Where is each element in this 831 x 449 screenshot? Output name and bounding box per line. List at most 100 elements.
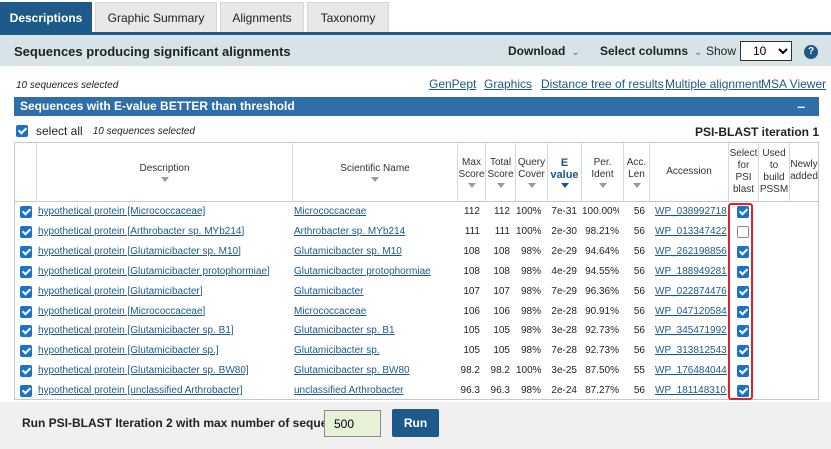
accession-link[interactable]: WP_345471992.1	[655, 325, 727, 336]
per-ident-value: 92.73%	[585, 345, 619, 357]
per-ident-value: 96.36%	[585, 285, 619, 297]
distance-tree-link[interactable]: Distance tree of results	[541, 77, 664, 91]
column-description[interactable]: Description	[37, 143, 293, 202]
column-acc-len[interactable]: Acc. Len	[624, 143, 650, 202]
row-select-checkbox[interactable]	[20, 265, 32, 278]
tab-graphic-summary[interactable]: Graphic Summary	[95, 2, 217, 32]
column-used-pssm-label: build	[763, 172, 785, 183]
select-columns-menu[interactable]: Select columns ⌄	[600, 44, 702, 58]
scientific-name-link[interactable]: unclassified Arthrobacter	[294, 385, 454, 396]
description-link[interactable]: hypothetical protein [Glutamicibacter sp…	[38, 325, 290, 336]
row-select-checkbox[interactable]	[20, 245, 32, 258]
total-score-value: 108	[493, 245, 510, 257]
column-max-score[interactable]: Max Score	[458, 143, 486, 202]
row-select-checkbox[interactable]	[20, 345, 32, 358]
per-ident-value: 94.55%	[585, 265, 619, 277]
description-link[interactable]: hypothetical protein [Glutamicibacter pr…	[38, 266, 290, 277]
row-select-checkbox[interactable]	[20, 225, 32, 238]
column-used-pssm-label: Used	[762, 148, 786, 159]
scientific-name-link[interactable]: Glutamicibacter protophormiae	[294, 266, 454, 277]
description-link[interactable]: hypothetical protein [Glutamicibacter sp…	[38, 246, 290, 257]
row-select-checkbox[interactable]	[20, 305, 32, 318]
select-all-checkbox[interactable]	[16, 125, 28, 137]
multiple-alignment-link[interactable]: Multiple alignment	[665, 77, 762, 91]
description-link[interactable]: hypothetical protein [unclassified Arthr…	[38, 385, 290, 396]
tab-alignments[interactable]: Alignments	[220, 2, 304, 32]
scientific-name-link[interactable]: Glutamicibacter sp. M10	[294, 246, 454, 257]
evalue-value: 7e-31	[551, 206, 577, 217]
collapse-icon[interactable]: –	[797, 97, 805, 116]
column-total-score-label: Score	[487, 168, 514, 180]
per-ident-value: 92.73%	[585, 325, 619, 337]
help-icon[interactable]: ?	[804, 45, 818, 59]
row-select-checkbox[interactable]	[20, 365, 32, 378]
chevron-down-icon: ⌄	[571, 47, 580, 58]
max-score-value: 108	[463, 245, 480, 257]
column-per-ident[interactable]: Per. Ident	[582, 143, 624, 202]
select-columns-label: Select columns	[600, 44, 689, 58]
psi-selection-highlight	[728, 203, 753, 400]
column-evalue[interactable]: Evalue	[548, 143, 582, 202]
column-per-ident-label: Per.	[593, 156, 612, 168]
chevron-down-icon: ⌄	[694, 47, 703, 58]
select-all-control[interactable]: select all 10 sequences selected	[16, 124, 195, 138]
column-evalue-label: value	[550, 168, 579, 181]
scientific-name-link[interactable]: Glutamicibacter sp.	[294, 345, 454, 356]
tab-descriptions[interactable]: Descriptions	[0, 2, 92, 32]
description-link[interactable]: hypothetical protein [Glutamicibacter sp…	[38, 365, 290, 376]
accession-link[interactable]: WP_022874476.1	[655, 286, 727, 297]
table-row: hypothetical protein [Micrococcaceae] Mic…	[15, 302, 818, 322]
evalue-value: 2e-30	[551, 225, 577, 237]
scientific-name-link[interactable]: Micrococcaceae	[294, 206, 454, 217]
accession-link[interactable]: WP_176484044.1	[655, 365, 727, 376]
column-used-pssm-label: PSSM	[759, 184, 789, 195]
max-score-value: 112	[464, 206, 480, 217]
query-cover-value: 98%	[520, 385, 541, 397]
accession-link[interactable]: WP_188949281.1	[655, 266, 727, 277]
download-menu[interactable]: Download ⌄	[508, 44, 580, 58]
description-link[interactable]: hypothetical protein [Arthrobacter sp. M…	[38, 226, 290, 237]
max-sequences-label: Run PSI-BLAST Iteration 2 with max numbe…	[22, 416, 355, 430]
genpept-link[interactable]: GenPept	[429, 77, 476, 91]
column-accession[interactable]: Accession	[650, 143, 729, 202]
acc-len-value: 56	[633, 285, 645, 297]
accession-link[interactable]: WP_262198856.1	[655, 246, 727, 257]
scientific-name-link[interactable]: Glutamicibacter sp. B1	[294, 325, 454, 336]
max-score-value: 105	[463, 345, 480, 357]
accession-link[interactable]: WP_038992718.1	[655, 206, 727, 217]
column-select-psi-label: for	[737, 160, 750, 171]
row-select-checkbox[interactable]	[20, 385, 32, 398]
accession-link[interactable]: WP_013347422.1	[655, 226, 727, 237]
accession-link[interactable]: WP_313812543.1	[655, 345, 727, 356]
evalue-value: 3e-28	[551, 325, 577, 337]
column-query-cover[interactable]: Query Cover	[516, 143, 548, 202]
column-select-psi: Select for PSI blast	[729, 143, 759, 202]
description-link[interactable]: hypothetical protein [Glutamicibacter]	[38, 286, 290, 297]
per-ident-value: 90.91%	[585, 305, 619, 317]
description-link[interactable]: hypothetical protein [Micrococcaceae]	[38, 206, 290, 217]
column-total-score[interactable]: Total Score	[486, 143, 516, 202]
scientific-name-link[interactable]: Arthrobacter sp. MYb214	[294, 226, 454, 237]
evalue-value: 2e-24	[551, 385, 577, 397]
max-sequences-input[interactable]	[324, 410, 381, 437]
acc-len-value: 56	[633, 385, 645, 397]
description-link[interactable]: hypothetical protein [Micrococcaceae]	[38, 306, 290, 317]
description-link[interactable]: hypothetical protein [Glutamicibacter sp…	[38, 345, 290, 356]
row-select-checkbox[interactable]	[20, 325, 32, 338]
show-count-select[interactable]: 10	[740, 41, 792, 61]
accession-link[interactable]: WP_181148310.1	[655, 385, 727, 396]
run-button[interactable]: Run	[392, 409, 439, 437]
row-select-checkbox[interactable]	[20, 206, 32, 218]
scientific-name-link[interactable]: Glutamicibacter sp. BW80	[294, 365, 454, 376]
tab-taxonomy[interactable]: Taxonomy	[307, 2, 389, 32]
column-scientific-name[interactable]: Scientific Name	[293, 143, 458, 202]
per-ident-value: 98.21%	[585, 225, 619, 237]
graphics-link[interactable]: Graphics	[484, 77, 532, 91]
msa-viewer-link[interactable]: MSA Viewer	[761, 77, 826, 91]
row-select-checkbox[interactable]	[20, 285, 32, 298]
query-cover-value: 98%	[520, 285, 541, 297]
accession-link[interactable]: WP_047120584.1	[655, 306, 727, 317]
scientific-name-link[interactable]: Glutamicibacter	[294, 286, 454, 297]
column-used-pssm: Used to build PSSM	[759, 143, 790, 202]
scientific-name-link[interactable]: Micrococcaceae	[294, 306, 454, 317]
